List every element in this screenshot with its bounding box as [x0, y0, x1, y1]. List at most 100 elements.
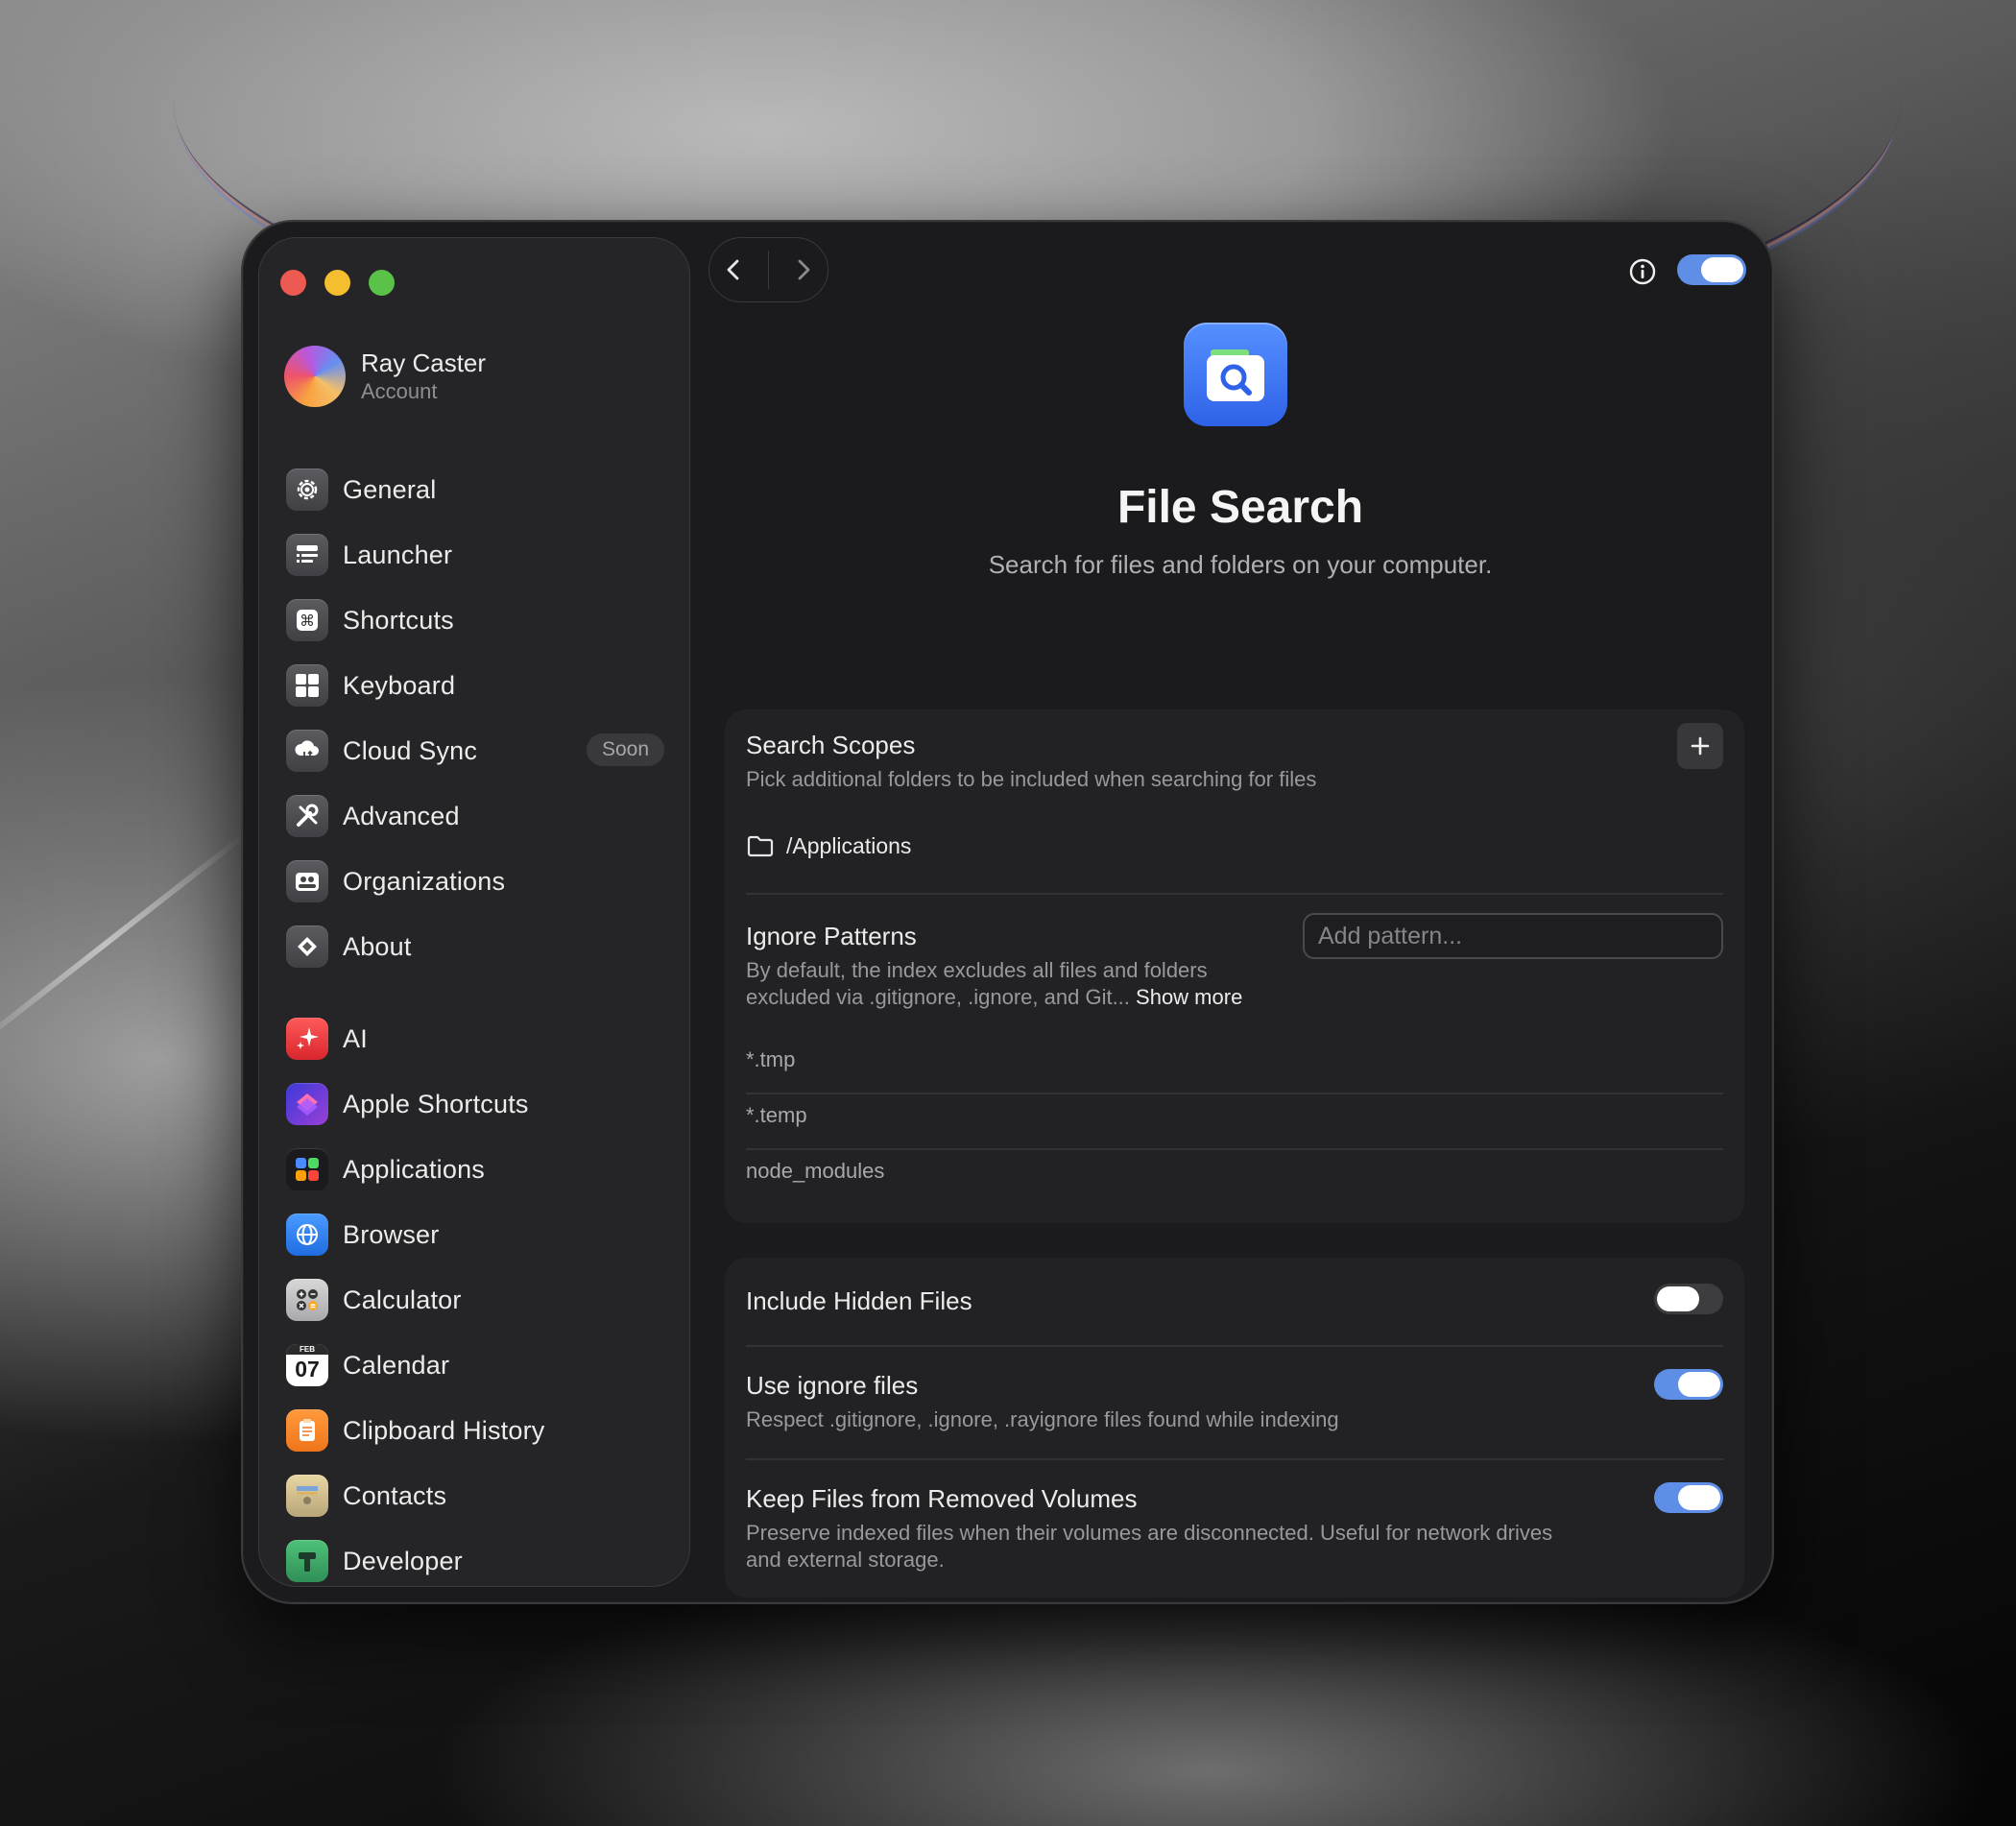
show-more-link[interactable]: Show more [1136, 985, 1242, 1009]
about-icon [286, 925, 328, 968]
extension-enabled-toggle[interactable] [1677, 254, 1746, 285]
sidebar-item-label: Clipboard History [343, 1415, 545, 1445]
pattern-row[interactable]: *.tmp [746, 1047, 795, 1072]
sidebar-item-shortcuts[interactable]: ⌘ Shortcuts [286, 588, 664, 653]
page-title: File Search [1116, 482, 1364, 533]
clipboard-icon [286, 1409, 328, 1452]
folder-icon [747, 835, 774, 857]
sidebar-item-label: Shortcuts [343, 605, 454, 635]
calendar-day: 07 [295, 1357, 320, 1382]
plus-icon [1691, 736, 1710, 756]
wallpaper-shine [0, 829, 252, 1059]
calendar-month: FEB [286, 1344, 328, 1355]
sidebar-item-label: Developer [343, 1546, 463, 1575]
launcher-icon [286, 534, 328, 576]
window-controls [280, 270, 395, 296]
settings-window: Ray Caster Account General Launcher ⌘ Sh… [241, 220, 1774, 1604]
keyboard-icon [286, 664, 328, 707]
options-card: Include Hidden Files Use ignore files Re… [725, 1258, 1744, 1598]
pattern-row[interactable]: *.temp [746, 1103, 807, 1128]
keep-removed-volumes-description-2: and external storage. [746, 1548, 945, 1572]
scope-folder-path: /Applications [786, 832, 912, 858]
back-icon[interactable] [719, 255, 748, 284]
apple-shortcuts-icon [286, 1083, 328, 1125]
use-ignore-files-title: Use ignore files [746, 1371, 919, 1400]
developer-icon [286, 1540, 328, 1582]
sidebar-item-label: Contacts [343, 1480, 447, 1510]
add-pattern-input[interactable] [1303, 913, 1723, 959]
organization-icon [286, 860, 328, 902]
info-icon[interactable] [1628, 257, 1657, 286]
sidebar-item-label: General [343, 474, 437, 504]
sidebar-item-label: Organizations [343, 866, 506, 896]
cloud-sync-icon [286, 730, 328, 772]
sidebar-item-label: About [343, 931, 412, 961]
sidebar-item-about[interactable]: About [286, 914, 664, 979]
forward-icon[interactable] [789, 255, 818, 284]
account-row[interactable]: Ray Caster Account [284, 346, 486, 407]
sidebar: Ray Caster Account General Launcher ⌘ Sh… [258, 237, 690, 1587]
pattern-row[interactable]: node_modules [746, 1159, 884, 1184]
keep-removed-volumes-title: Keep Files from Removed Volumes [746, 1484, 1138, 1513]
sidebar-item-advanced[interactable]: Advanced [286, 783, 664, 849]
sidebar-nav: General Launcher ⌘ Shortcuts Keyboard Cl… [286, 457, 664, 1586]
close-button[interactable] [280, 270, 306, 296]
keep-removed-volumes-toggle[interactable] [1654, 1482, 1723, 1513]
sidebar-item-label: Apple Shortcuts [343, 1089, 529, 1118]
scope-folder-row[interactable]: /Applications [746, 831, 911, 860]
sidebar-item-calendar[interactable]: FEB 07 Calendar [286, 1333, 664, 1398]
sidebar-item-label: Browser [343, 1219, 440, 1249]
zoom-button[interactable] [369, 270, 395, 296]
sidebar-item-developer[interactable]: Developer [286, 1528, 664, 1586]
sidebar-item-label: Cloud Sync [343, 735, 478, 765]
gear-icon [286, 469, 328, 511]
calculator-icon [286, 1279, 328, 1321]
sidebar-item-label: Calendar [343, 1350, 450, 1380]
search-scopes-description: Pick additional folders to be included w… [746, 767, 1317, 791]
sidebar-item-keyboard[interactable]: Keyboard [286, 653, 664, 718]
ignore-patterns-title: Ignore Patterns [746, 922, 917, 950]
calendar-icon: FEB 07 [286, 1344, 328, 1386]
avatar [284, 346, 346, 407]
sidebar-item-organizations[interactable]: Organizations [286, 849, 664, 914]
sidebar-item-label: Applications [343, 1154, 485, 1184]
ignore-patterns-description-2: excluded via .gitignore, .ignore, and Gi… [746, 985, 1130, 1009]
keep-removed-volumes-description-1: Preserve indexed files when their volume… [746, 1521, 1553, 1545]
ai-sparkle-icon [286, 1018, 328, 1060]
sidebar-item-label: AI [343, 1023, 368, 1053]
sidebar-item-cloud-sync[interactable]: Cloud Sync Soon [286, 718, 664, 783]
contacts-icon [286, 1475, 328, 1517]
account-subtitle: Account [361, 379, 438, 403]
sidebar-item-label: Calculator [343, 1285, 462, 1314]
include-hidden-files-toggle[interactable] [1654, 1284, 1723, 1314]
history-nav [708, 237, 828, 302]
sidebar-item-label: Launcher [343, 540, 453, 569]
minimize-button[interactable] [324, 270, 350, 296]
sidebar-item-calculator[interactable]: Calculator [286, 1267, 664, 1333]
sidebar-item-label: Advanced [343, 801, 460, 830]
sidebar-item-clipboard-history[interactable]: Clipboard History [286, 1398, 664, 1463]
sidebar-item-browser[interactable]: Browser [286, 1202, 664, 1267]
sidebar-item-general[interactable]: General [286, 457, 664, 522]
tools-icon [286, 795, 328, 837]
svg-text:⌘: ⌘ [300, 612, 315, 630]
page-subtitle: Search for files and folders on your com… [988, 550, 1493, 579]
account-name: Ray Caster [361, 348, 487, 377]
use-ignore-files-toggle[interactable] [1654, 1369, 1723, 1400]
ignore-patterns-description-1: By default, the index excludes all files… [746, 958, 1208, 982]
sidebar-item-contacts[interactable]: Contacts [286, 1463, 664, 1528]
applications-icon [286, 1148, 328, 1190]
sidebar-item-label: Keyboard [343, 670, 456, 700]
sidebar-item-launcher[interactable]: Launcher [286, 522, 664, 588]
include-hidden-files-title: Include Hidden Files [746, 1286, 972, 1315]
command-key-icon: ⌘ [286, 599, 328, 641]
file-search-icon [1184, 323, 1287, 426]
soon-badge: Soon [586, 733, 664, 766]
sidebar-item-applications[interactable]: Applications [286, 1137, 664, 1202]
use-ignore-files-description: Respect .gitignore, .ignore, .rayignore … [746, 1407, 1339, 1431]
sidebar-item-ai[interactable]: AI [286, 1006, 664, 1071]
browser-globe-icon [286, 1213, 328, 1256]
add-scope-button[interactable] [1677, 723, 1723, 769]
search-scopes-title: Search Scopes [746, 731, 916, 759]
sidebar-item-apple-shortcuts[interactable]: Apple Shortcuts [286, 1071, 664, 1137]
